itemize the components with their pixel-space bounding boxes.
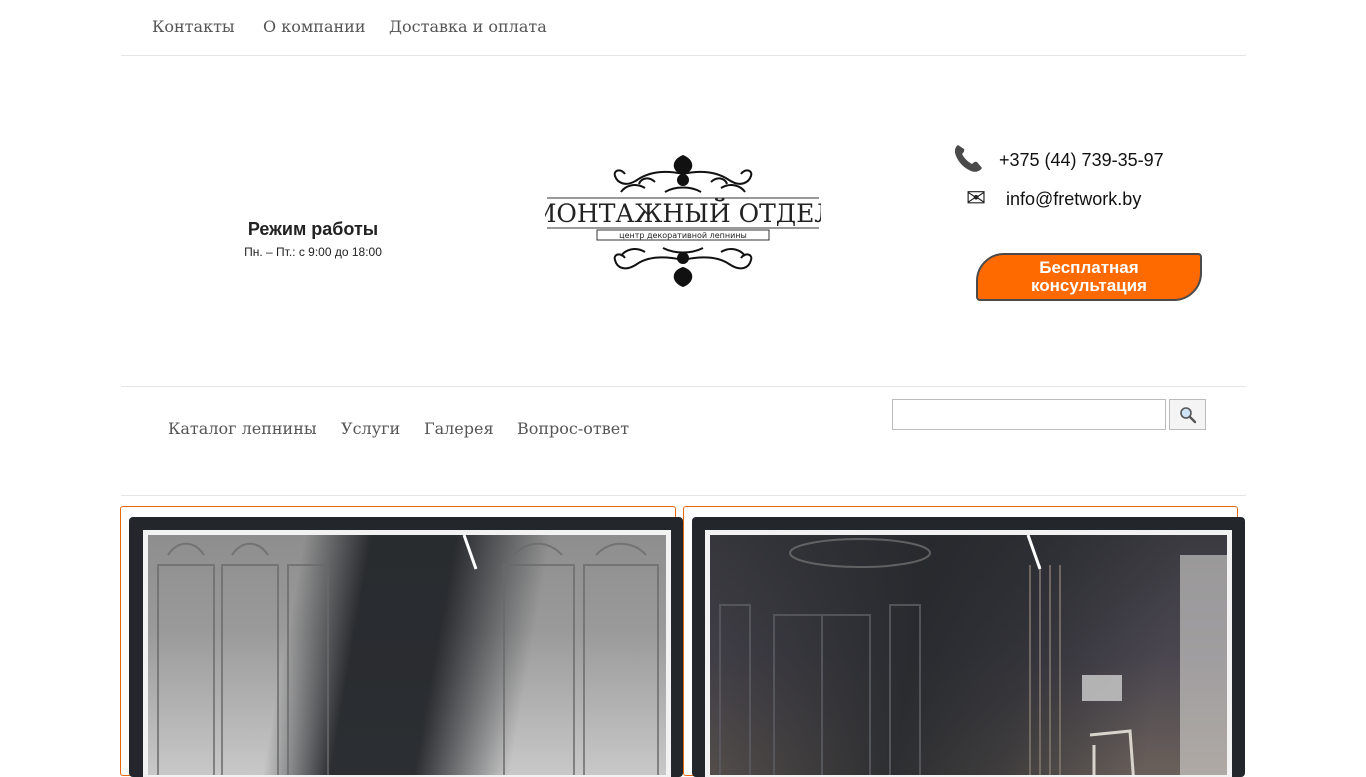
consultation-label-line1: Бесплатная <box>1039 258 1139 277</box>
site-logo[interactable]: МОНТАЖНЫЙ ОТДЕЛ центр декоративной лепни… <box>531 152 835 290</box>
main-nav-gallery[interactable]: Галерея <box>424 419 494 438</box>
wall-panels-graphic <box>157 535 659 775</box>
consultation-label-line2: консультация <box>1031 276 1147 295</box>
gallery-card-1[interactable] <box>129 517 683 777</box>
working-hours-title: Режим работы <box>247 219 379 239</box>
free-consultation-button[interactable]: Бесплатная консультация <box>976 253 1202 301</box>
gallery-card-2[interactable] <box>692 517 1245 777</box>
consultation-button-label: Бесплатная консультация <box>1031 259 1147 295</box>
email-link[interactable]: info@fretwork.by <box>1006 189 1141 210</box>
search-input[interactable] <box>892 399 1166 430</box>
search-button[interactable] <box>1169 399 1206 430</box>
top-nav: Контакты О компании Доставка и оплата <box>121 0 1246 56</box>
working-hours-text: Пн. – Пт.: с 9:00 до 18:00 <box>244 245 382 259</box>
nav-divider <box>121 495 1246 496</box>
main-nav-services[interactable]: Услуги <box>341 419 400 438</box>
search-icon <box>1179 406 1196 423</box>
top-nav-about[interactable]: О компании <box>263 17 365 36</box>
top-nav-contacts[interactable]: Контакты <box>152 17 235 36</box>
main-nav-faq[interactable]: Вопрос-ответ <box>517 419 629 438</box>
logo-graphic: МОНТАЖНЫЙ ОТДЕЛ центр декоративной лепни… <box>531 154 835 288</box>
moulding-wall-image <box>143 530 671 777</box>
main-nav-catalog[interactable]: Каталог лепнины <box>168 419 317 438</box>
interior-room-image <box>705 530 1232 777</box>
header-divider <box>121 386 1246 387</box>
envelope-icon: ✉ <box>966 185 987 212</box>
top-nav-delivery[interactable]: Доставка и оплата <box>389 17 547 36</box>
logo-subtitle: центр декоративной лепнины <box>619 231 747 240</box>
logo-title: МОНТАЖНЫЙ ОТДЕЛ <box>545 198 821 228</box>
phone-number-link[interactable]: +375 (44) 739-35-97 <box>999 150 1164 171</box>
phone-icon <box>952 142 984 181</box>
interior-graphic <box>719 535 1227 775</box>
